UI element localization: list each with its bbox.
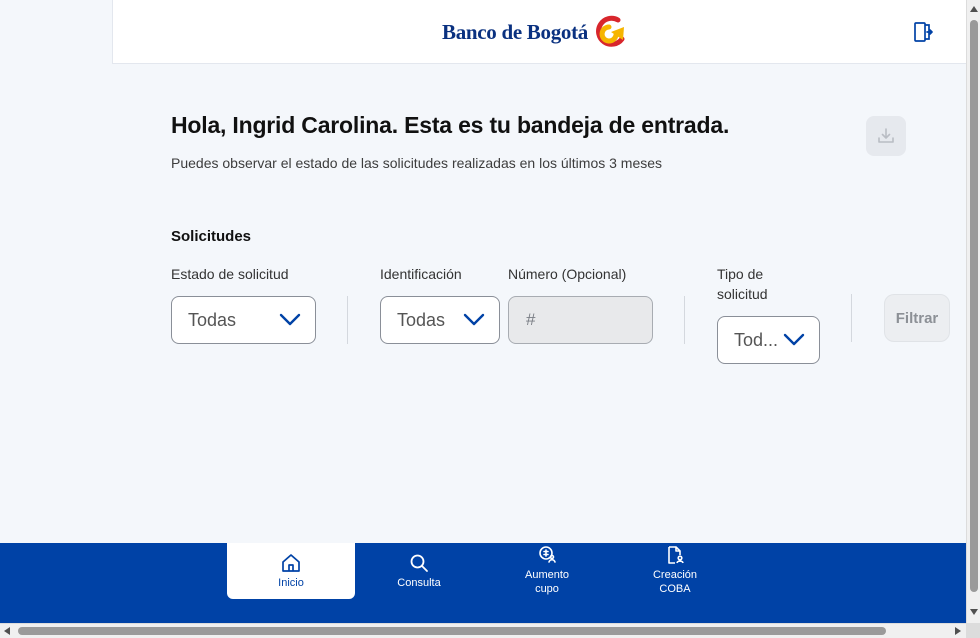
identificacion-select-value: Todas: [397, 309, 446, 330]
scroll-down-icon[interactable]: [970, 609, 978, 615]
page-title: Hola, Ingrid Carolina. Esta es tu bandej…: [171, 112, 730, 138]
logout-button[interactable]: [911, 20, 935, 44]
bottom-nav: Inicio Consulta Aumento cupo Creación CO…: [0, 543, 966, 623]
chevron-down-icon: [783, 333, 805, 346]
numero-label: Número (Opcional): [508, 266, 627, 282]
document-user-icon: [664, 544, 686, 566]
tipo-select[interactable]: Tod...: [717, 316, 820, 364]
horizontal-scroll-thumb[interactable]: [18, 627, 886, 635]
download-button[interactable]: [866, 116, 906, 156]
logout-icon: [914, 22, 933, 42]
estado-select-value: Todas: [188, 309, 237, 330]
bank-logo: Banco de Bogotá: [442, 14, 628, 50]
chevron-down-icon: [279, 313, 301, 326]
scroll-up-icon[interactable]: [970, 6, 978, 12]
search-icon: [408, 552, 430, 574]
filter-divider: [851, 294, 852, 342]
tipo-select-value: Tod...: [734, 329, 779, 350]
scroll-left-icon[interactable]: [4, 627, 10, 635]
numero-input[interactable]: [508, 296, 653, 344]
tipo-label: Tipo de solicitud: [717, 266, 768, 302]
home-icon: [280, 552, 302, 574]
nav-item-inicio[interactable]: Inicio: [227, 543, 355, 599]
app-header: Banco de Bogotá: [112, 0, 966, 64]
nav-label: Consulta: [397, 577, 441, 589]
nav-label: Inicio: [278, 577, 304, 589]
nav-label: Creación COBA: [652, 569, 698, 595]
left-gutter: [0, 0, 112, 543]
money-user-icon: [536, 544, 558, 566]
filter-divider: [347, 296, 348, 344]
bank-logo-mark-icon: [596, 15, 625, 47]
chevron-down-icon: [463, 313, 485, 326]
nav-item-aumento-cupo[interactable]: Aumento cupo: [483, 543, 611, 597]
estado-select[interactable]: Todas: [171, 296, 316, 344]
identificacion-label: Identificación: [380, 266, 462, 282]
bank-name: Banco de Bogotá: [442, 19, 589, 44]
vertical-scroll-thumb[interactable]: [970, 20, 978, 592]
download-icon: [878, 128, 894, 143]
section-title: Solicitudes: [171, 228, 252, 245]
page-subtitle: Puedes observar el estado de las solicit…: [171, 155, 663, 171]
horizontal-scrollbar[interactable]: [0, 623, 966, 638]
nav-item-creacion-coba[interactable]: Creación COBA: [611, 543, 739, 597]
nav-item-consulta[interactable]: Consulta: [355, 543, 483, 599]
vertical-scrollbar[interactable]: [966, 0, 980, 623]
nav-label: Aumento cupo: [524, 569, 570, 595]
filter-button[interactable]: Filtrar: [884, 294, 950, 342]
scroll-right-icon[interactable]: [955, 627, 961, 635]
filter-divider: [684, 296, 685, 344]
identificacion-select[interactable]: Todas: [380, 296, 500, 344]
estado-label: Estado de solicitud: [171, 266, 289, 282]
scrollbar-corner: [966, 623, 980, 638]
